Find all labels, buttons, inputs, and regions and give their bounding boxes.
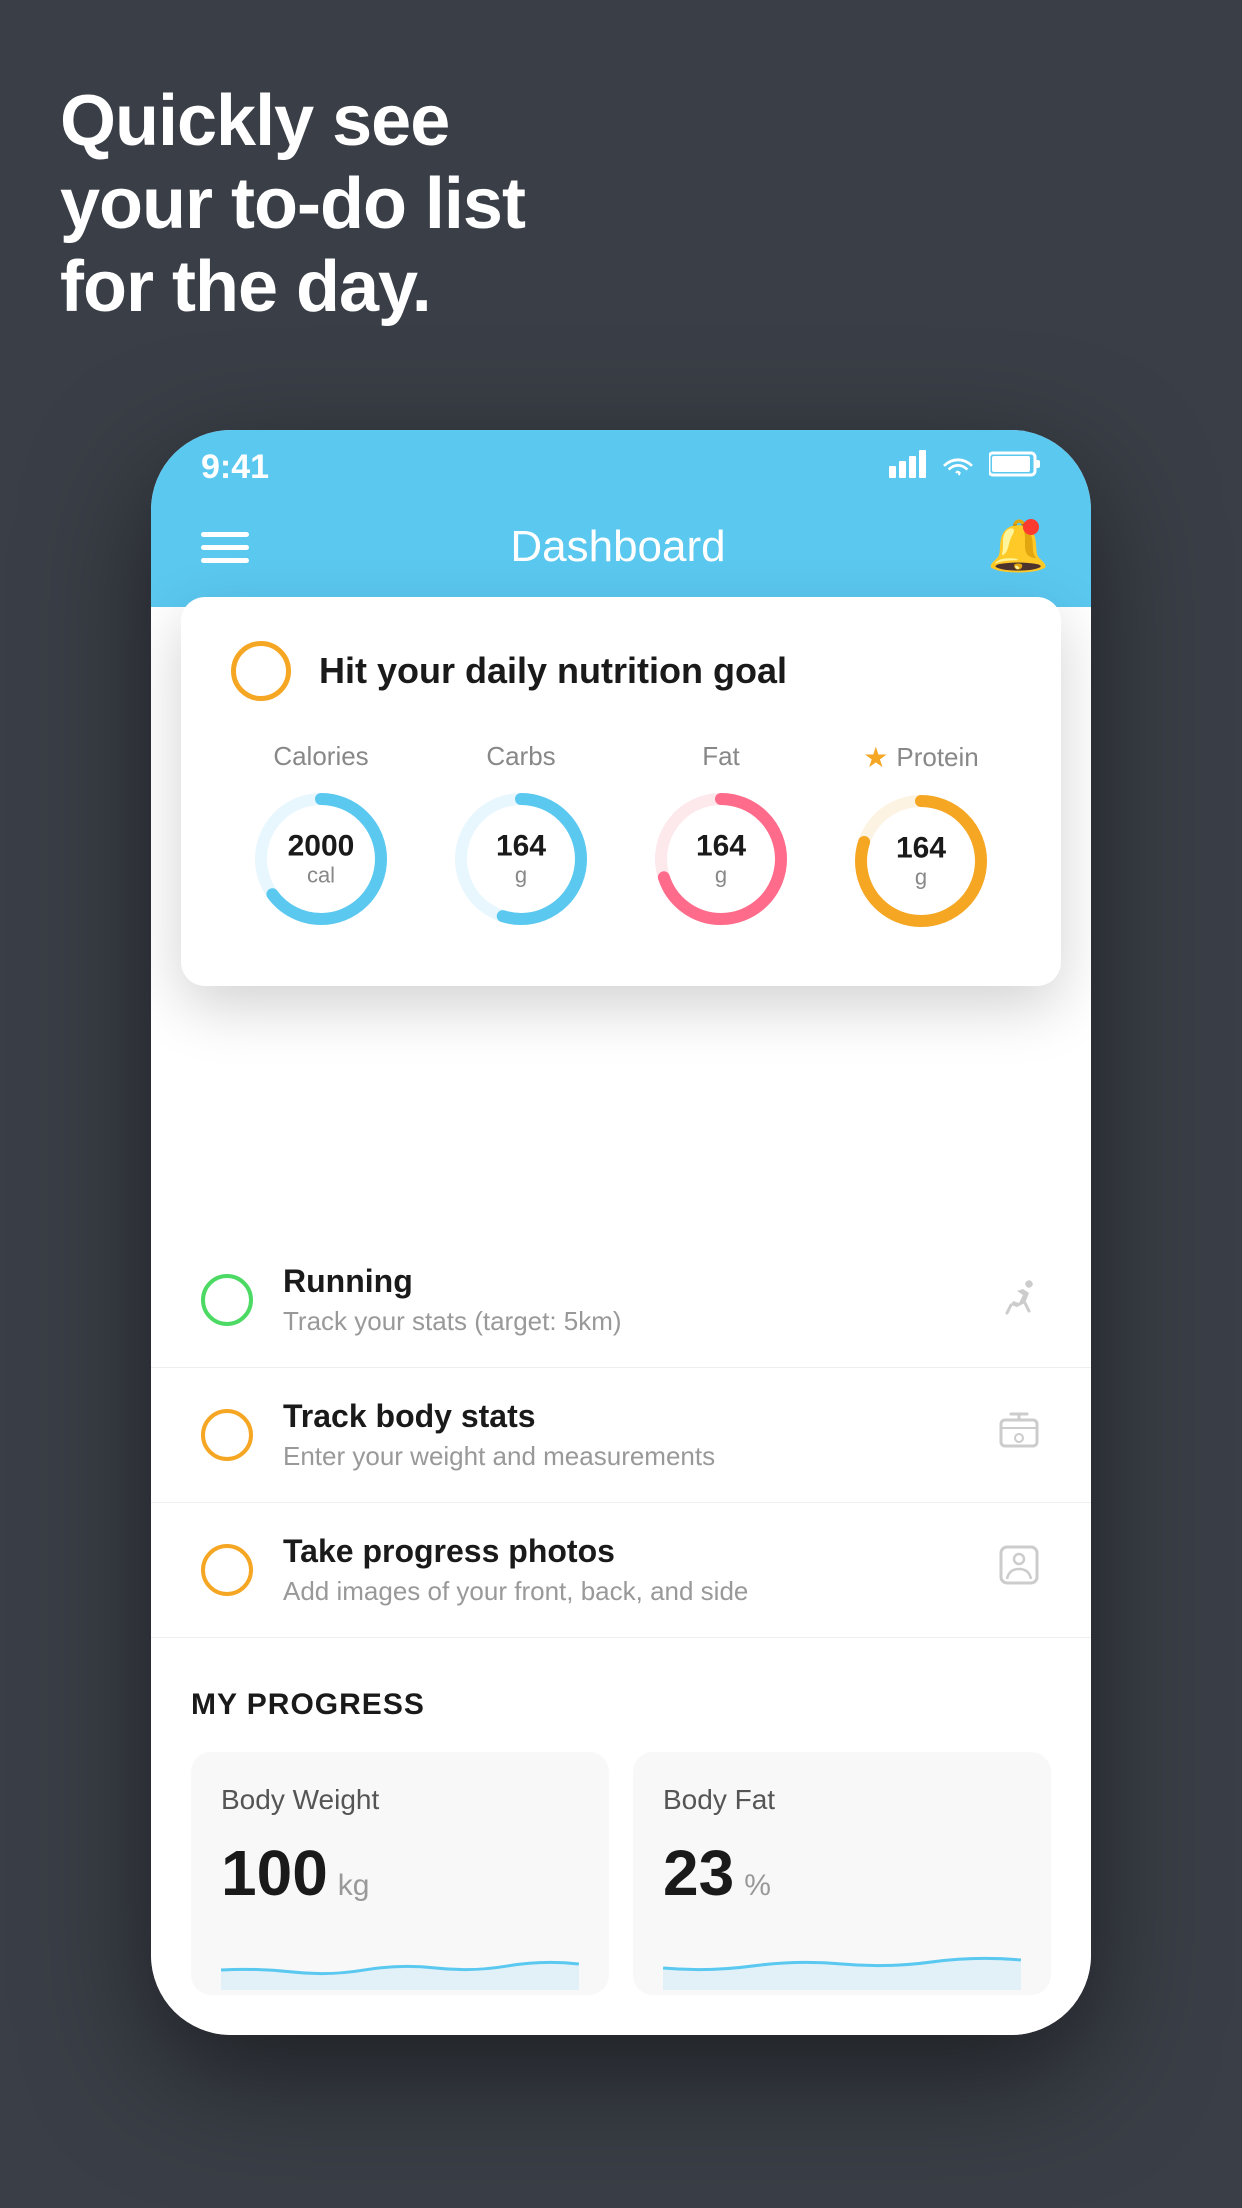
calories-item: Calories 2000 cal <box>246 741 396 934</box>
protein-star-icon: ★ <box>863 741 888 774</box>
todo-item-photos[interactable]: Take progress photos Add images of your … <box>151 1503 1091 1638</box>
battery-icon <box>989 449 1041 486</box>
carbs-item: Carbs 164 g <box>446 741 596 934</box>
carbs-unit: g <box>496 863 546 889</box>
progress-title: MY PROGRESS <box>191 1688 1051 1722</box>
todo-check-running <box>201 1274 253 1326</box>
hero-text: Quickly see your to-do list for the day. <box>60 80 525 328</box>
carbs-value: 164 <box>496 830 546 863</box>
todo-check-photos <box>201 1544 253 1596</box>
status-icons <box>889 449 1041 486</box>
phone-frame: 9:41 <box>151 430 1091 2035</box>
todo-check-body-stats <box>201 1409 253 1461</box>
nutrition-card: Hit your daily nutrition goal Calories 2… <box>181 597 1061 986</box>
goal-circle-check <box>231 641 291 701</box>
signal-icon <box>889 449 927 486</box>
carbs-label: Carbs <box>486 741 555 772</box>
body-weight-sparkline <box>221 1930 579 1990</box>
calories-label: Calories <box>273 741 368 772</box>
todo-sub-running: Track your stats (target: 5km) <box>283 1306 967 1337</box>
body-fat-label: Body Fat <box>663 1784 1021 1816</box>
carbs-ring: 164 g <box>446 784 596 934</box>
protein-ring: 164 g <box>846 786 996 936</box>
fat-item: Fat 164 g <box>646 741 796 934</box>
nutrition-row: Calories 2000 cal Carbs <box>231 741 1011 936</box>
body-fat-unit: % <box>744 1869 771 1903</box>
nav-title: Dashboard <box>510 522 725 572</box>
scale-icon <box>997 1408 1041 1462</box>
status-time: 9:41 <box>201 448 269 487</box>
running-icon <box>997 1273 1041 1327</box>
wifi-icon <box>939 449 977 486</box>
calories-unit: cal <box>288 863 355 889</box>
hamburger-menu[interactable] <box>201 532 249 563</box>
protein-label-text: Protein <box>896 742 978 773</box>
fat-label: Fat <box>702 741 740 772</box>
todo-name-photos: Take progress photos <box>283 1533 967 1570</box>
protein-label: ★ Protein <box>863 741 979 774</box>
todo-sub-body-stats: Enter your weight and measurements <box>283 1441 967 1472</box>
body-weight-value-row: 100 kg <box>221 1836 579 1910</box>
body-fat-card[interactable]: Body Fat 23 % <box>633 1752 1051 1995</box>
body-fat-value: 23 <box>663 1836 734 1910</box>
protein-value: 164 <box>896 832 946 865</box>
todo-sub-photos: Add images of your front, back, and side <box>283 1576 967 1607</box>
app-content: THINGS TO DO TODAY Hit your daily nutrit… <box>151 607 1091 2035</box>
bell-icon: 🔔 <box>987 518 1049 574</box>
body-fat-sparkline <box>663 1930 1021 1990</box>
protein-unit: g <box>896 865 946 891</box>
card-header: Hit your daily nutrition goal <box>231 641 1011 701</box>
person-icon <box>997 1543 1041 1597</box>
fat-center: 164 g <box>696 830 746 889</box>
todo-item-running[interactable]: Running Track your stats (target: 5km) <box>151 1233 1091 1368</box>
fat-ring: 164 g <box>646 784 796 934</box>
protein-center: 164 g <box>896 832 946 891</box>
carbs-center: 164 g <box>496 830 546 889</box>
todo-name-body-stats: Track body stats <box>283 1398 967 1435</box>
status-bar: 9:41 <box>151 430 1091 497</box>
calories-value: 2000 <box>288 830 355 863</box>
protein-item: ★ Protein 164 g <box>846 741 996 936</box>
todo-item-body-stats[interactable]: Track body stats Enter your weight and m… <box>151 1368 1091 1503</box>
calories-ring: 2000 cal <box>246 784 396 934</box>
progress-cards: Body Weight 100 kg Body Fat 23 % <box>191 1752 1051 1995</box>
body-weight-value: 100 <box>221 1836 328 1910</box>
body-weight-unit: kg <box>338 1869 370 1903</box>
body-fat-value-row: 23 % <box>663 1836 1021 1910</box>
notification-dot <box>1023 519 1039 535</box>
progress-section: MY PROGRESS Body Weight 100 kg Body Fat <box>151 1638 1091 2035</box>
body-weight-label: Body Weight <box>221 1784 579 1816</box>
calories-center: 2000 cal <box>288 830 355 889</box>
fat-value: 164 <box>696 830 746 863</box>
todo-name-running: Running <box>283 1263 967 1300</box>
card-title: Hit your daily nutrition goal <box>319 650 787 692</box>
todo-text-running: Running Track your stats (target: 5km) <box>283 1263 967 1337</box>
todo-text-body-stats: Track body stats Enter your weight and m… <box>283 1398 967 1472</box>
nav-bar: Dashboard 🔔 <box>151 497 1091 607</box>
body-weight-card[interactable]: Body Weight 100 kg <box>191 1752 609 1995</box>
fat-unit: g <box>696 863 746 889</box>
todo-text-photos: Take progress photos Add images of your … <box>283 1533 967 1607</box>
notification-button[interactable]: 🔔 <box>987 517 1041 577</box>
